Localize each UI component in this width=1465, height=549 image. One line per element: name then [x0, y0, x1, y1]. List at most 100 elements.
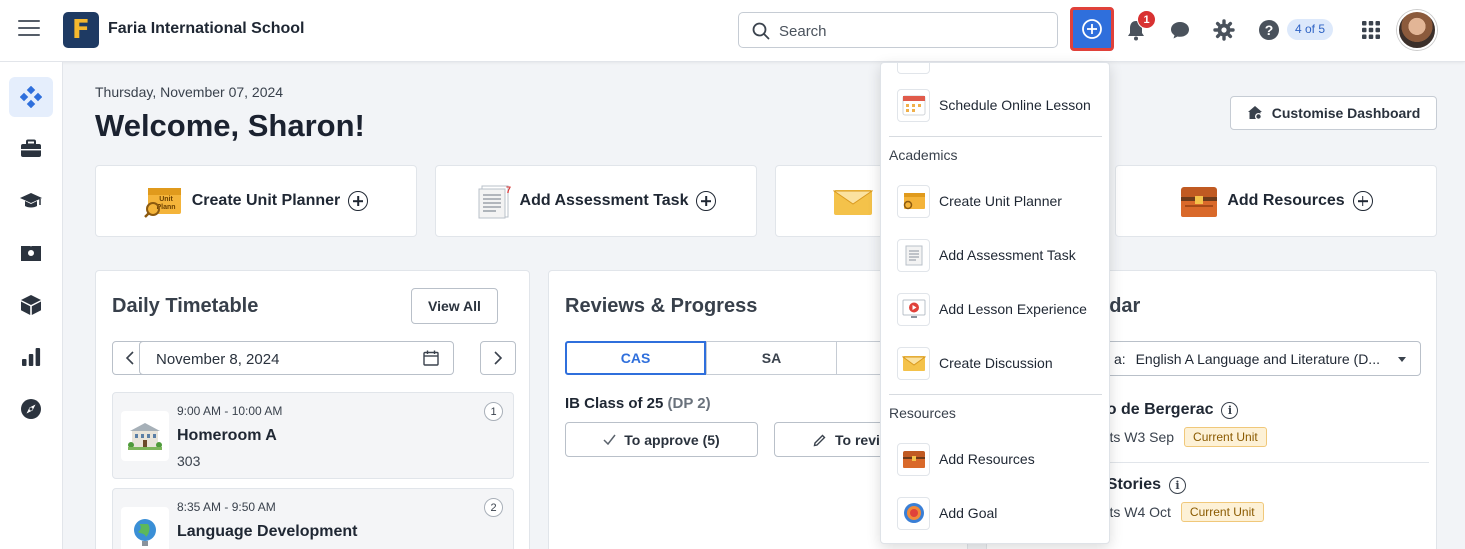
date-value: November 8, 2024 — [156, 351, 280, 368]
menu-item-add-resources[interactable]: Add Resources — [897, 441, 1107, 477]
tab-sa[interactable]: SA — [706, 341, 837, 375]
customise-dashboard-button[interactable]: Customise Dashboard — [1230, 96, 1437, 130]
menu-item-label: Create Discussion — [939, 355, 1053, 371]
discussion-envelope-icon — [897, 346, 930, 380]
house-gear-icon — [1247, 106, 1262, 120]
notification-badge: 1 — [1137, 10, 1156, 29]
menu-item-label: Add Resources — [939, 451, 1035, 467]
next-day-button[interactable] — [480, 341, 516, 375]
top-bar: F Faria International School 1 ? 4 of 5 — [0, 0, 1465, 62]
menu-item-add-goal[interactable]: Add Goal — [897, 495, 1107, 531]
settings-button[interactable] — [1210, 16, 1238, 44]
assessment-task-icon: 7 — [478, 185, 511, 219]
graduation-cap-icon — [20, 193, 42, 208]
timetable-date-picker[interactable]: November 8, 2024 — [139, 341, 454, 375]
chevron-left-icon — [125, 351, 134, 365]
messages-button[interactable] — [1166, 16, 1194, 44]
add-new-dropdown: Schedule Online Lesson Academics Create … — [880, 62, 1110, 544]
help-progress-badge[interactable]: 4 of 5 — [1287, 19, 1334, 40]
sidebar-item-resources[interactable] — [9, 285, 53, 325]
book-icon — [21, 246, 41, 261]
quick-action-assessment[interactable]: 7 Add Assessment Task — [435, 165, 757, 237]
class-time: 8:35 AM - 9:50 AM — [177, 500, 276, 514]
menu-item-add-lesson-experience[interactable]: Add Lesson Experience — [897, 291, 1107, 327]
briefcase-icon — [21, 139, 41, 157]
unit-planner-icon: UnitPlann — [143, 188, 181, 218]
bar-chart-icon — [22, 348, 41, 366]
user-avatar[interactable] — [1397, 10, 1437, 50]
view-all-button[interactable]: View All — [411, 288, 498, 324]
menu-item-create-discussion[interactable]: Create Discussion — [897, 345, 1107, 381]
calendar-lesson-icon — [897, 88, 930, 122]
chevron-right-icon — [494, 351, 503, 365]
sidebar-item-briefcase[interactable] — [9, 129, 53, 169]
sidebar — [0, 62, 63, 549]
class-time: 9:00 AM - 10:00 AM — [177, 404, 283, 418]
to-approve-label: To approve (5) — [624, 431, 720, 448]
timetable-item[interactable]: 9:00 AM - 10:00 AM Homeroom A 303 1 — [112, 392, 514, 479]
tab-cas[interactable]: CAS — [565, 341, 706, 375]
class-name: IB Class of 25 (DP 2) — [565, 395, 711, 412]
svg-text:Unit: Unit — [159, 196, 173, 203]
sidebar-item-explore[interactable] — [9, 389, 53, 429]
unit-title: no de Bergerac — [1097, 401, 1214, 418]
quick-action-unit-planner[interactable]: Unit Plann Create Unit Planner — [95, 165, 417, 237]
class-title: Homeroom A — [177, 427, 277, 444]
caret-down-icon — [1398, 357, 1406, 362]
timetable-item[interactable]: 8:35 AM - 9:50 AM Language Development 2 — [112, 488, 514, 549]
svg-text:?: ? — [1265, 22, 1274, 38]
apps-button[interactable] — [1357, 16, 1385, 44]
page-title: Welcome, Sharon! — [95, 108, 365, 143]
divider — [889, 394, 1102, 395]
goal-target-icon — [897, 496, 930, 530]
info-icon[interactable]: i — [1221, 401, 1239, 419]
panel-title: Daily Timetable — [112, 295, 259, 317]
apps-grid-icon — [1362, 21, 1380, 39]
svg-text:7: 7 — [506, 185, 511, 195]
quick-action-resources[interactable]: Add Resources — [1115, 165, 1437, 237]
search-box[interactable] — [738, 12, 1058, 48]
search-icon — [752, 22, 770, 40]
assessment-task-icon — [897, 238, 930, 272]
help-button[interactable]: ? — [1255, 16, 1283, 44]
video-lesson-icon — [897, 292, 930, 326]
resources-chest-icon — [1181, 187, 1218, 217]
gear-icon — [1213, 19, 1235, 41]
daily-timetable-panel: Daily Timetable View All November 8, 202… — [95, 270, 530, 549]
current-date: Thursday, November 07, 2024 — [95, 84, 284, 100]
menu-item-schedule-online-lesson[interactable]: Schedule Online Lesson — [897, 87, 1107, 123]
school-building-icon — [121, 411, 169, 461]
customise-dashboard-label: Customise Dashboard — [1271, 105, 1421, 121]
compass-icon — [21, 399, 41, 419]
sidebar-item-reports[interactable] — [9, 337, 53, 377]
menu-icon[interactable] — [18, 20, 40, 40]
sidebar-item-dashboard[interactable] — [9, 77, 53, 117]
globe-icon — [121, 507, 169, 549]
menu-item-label: Schedule Online Lesson — [939, 97, 1091, 113]
logo-letter: F — [72, 15, 90, 45]
plus-circle-icon — [696, 191, 717, 211]
school-logo[interactable]: F — [63, 12, 99, 48]
select-prefix: a: — [1114, 351, 1126, 367]
pencil-icon — [813, 434, 826, 446]
sidebar-item-academics[interactable] — [9, 181, 53, 221]
to-review-label: To revi — [835, 431, 880, 448]
to-approve-button[interactable]: To approve (5) — [565, 422, 758, 457]
current-unit-badge: Current Unit — [1184, 427, 1267, 447]
quick-action-label: Add Assessment Task — [519, 192, 689, 209]
menu-item-label: Add Lesson Experience — [939, 301, 1087, 317]
menu-item-add-assessment-task[interactable]: Add Assessment Task — [897, 237, 1107, 273]
info-icon[interactable]: i — [1169, 476, 1187, 494]
plus-circle-icon — [348, 191, 369, 211]
menu-item-label: Add Assessment Task — [939, 247, 1076, 263]
school-name[interactable]: Faria International School — [108, 20, 304, 38]
search-input[interactable] — [779, 20, 1049, 42]
add-new-button[interactable] — [1070, 7, 1114, 51]
section-header-resources: Resources — [889, 405, 956, 421]
partial-menu-icon — [897, 63, 930, 74]
menu-item-create-unit-planner[interactable]: Create Unit Planner — [897, 183, 1107, 219]
class-title: Language Development — [177, 523, 358, 540]
panel-title: Reviews & Progress — [565, 295, 758, 317]
sidebar-item-library[interactable] — [9, 233, 53, 273]
menu-item-label: Create Unit Planner — [939, 193, 1062, 209]
